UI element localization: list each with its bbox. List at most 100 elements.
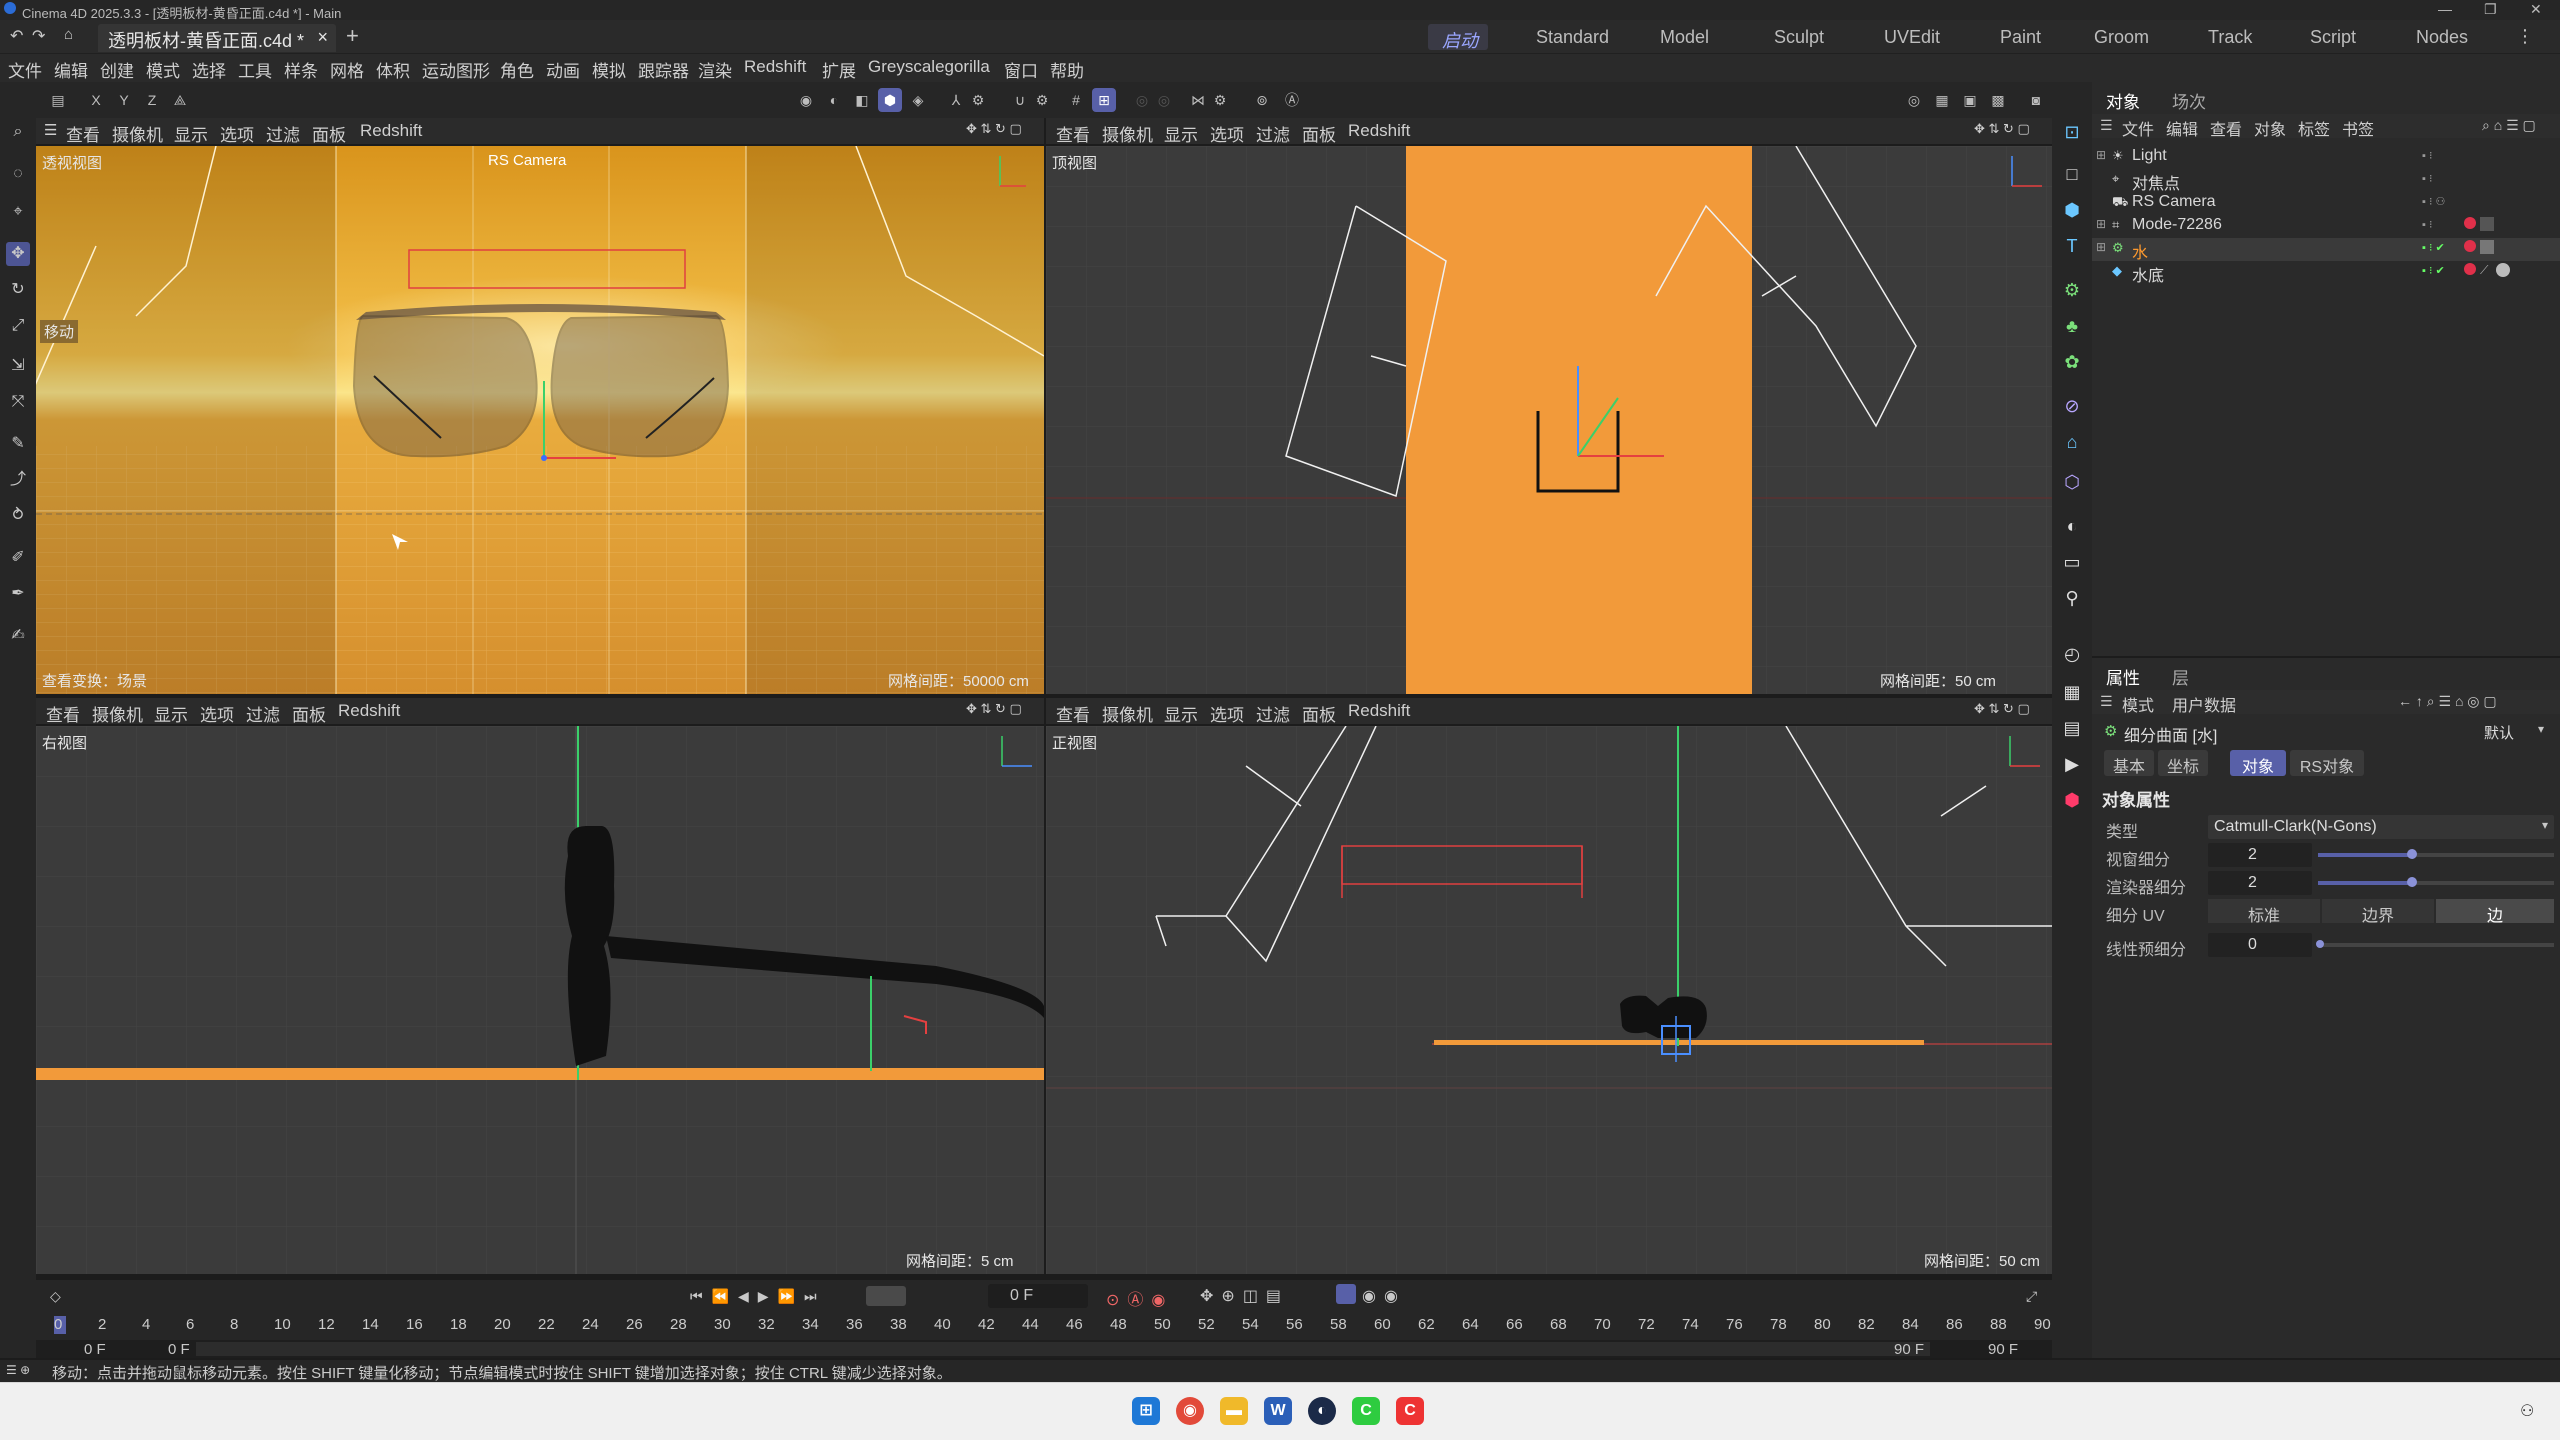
document-tab[interactable]: 透明板材-黄昏正面.c4d * × — [98, 24, 336, 52]
render-export-icon[interactable]: ▩ — [1986, 88, 2010, 112]
cloner-icon[interactable]: ♣ — [2060, 314, 2084, 338]
menu-mograph[interactable]: 运动图形 — [422, 57, 490, 82]
layout-groom[interactable]: Groom — [2094, 27, 2149, 48]
range-end[interactable]: 90 F — [1988, 1341, 2018, 1358]
layout-sculpt[interactable]: Sculpt — [1774, 27, 1824, 48]
menu-file[interactable]: 文件 — [8, 57, 42, 82]
transform-tool-icon[interactable]: ⇲ — [6, 354, 30, 378]
menu-create[interactable]: 创建 — [100, 57, 134, 82]
bevel-tool-icon[interactable]: ⥁ — [6, 504, 30, 528]
layout-standard[interactable]: Standard — [1536, 27, 1609, 48]
slider-handle[interactable] — [2407, 877, 2417, 887]
app-icon[interactable]: C — [1396, 1397, 1424, 1425]
vp-menu-redshift[interactable]: Redshift — [1348, 121, 1410, 141]
render-queue-icon[interactable]: ▣ — [1958, 88, 1982, 112]
linear-subdivision-field[interactable]: 0 — [2208, 933, 2312, 957]
menu-extensions[interactable]: 扩展 — [822, 57, 856, 82]
vp-menu-options[interactable]: 选项 — [1210, 121, 1244, 146]
extrude-tool-icon[interactable]: ⤴ — [6, 468, 30, 492]
viewport-nav-icons[interactable]: ✥ ⇅ ↻ ▢ — [966, 121, 1022, 137]
layout-track[interactable]: Track — [2208, 27, 2252, 48]
linear-subdivision-slider[interactable] — [2316, 940, 2554, 948]
object-row-water[interactable]: ⊞ ⚙ 水 ▪ ⁝ ✔ — [2092, 238, 2560, 262]
menu-edit[interactable]: 编辑 — [54, 57, 88, 82]
vp-menu-redshift[interactable]: Redshift — [360, 121, 422, 141]
playback-controls[interactable]: ⏮⏪◀▶⏩⏭ — [690, 1288, 826, 1305]
selection-tools-icon[interactable]: ⌖ — [6, 200, 30, 224]
home-icon[interactable]: ⌂ — [64, 26, 73, 43]
om-menu-tags[interactable]: 标签 — [2298, 116, 2330, 140]
auto-key-button[interactable] — [1336, 1284, 1356, 1304]
vp-menu-redshift[interactable]: Redshift — [1348, 701, 1410, 721]
object-row-rs-camera[interactable]: ⛟ RS Camera ▪ ⁝ ⚇ — [2092, 192, 2560, 215]
render-play-icon[interactable]: ▶ — [2060, 752, 2084, 776]
expand-icon[interactable]: ⊞ — [2096, 148, 2106, 162]
am-menu-icon[interactable]: ☰ — [2100, 693, 2113, 710]
scene-icon[interactable]: ⌂ — [2060, 430, 2084, 454]
front-viewport[interactable]: 正视图 网格间距：50 cm — [1046, 726, 2052, 1274]
word-icon[interactable]: W — [1264, 1397, 1292, 1425]
preset-dropdown[interactable]: 默认 — [2484, 722, 2514, 743]
range-start-preview[interactable]: 0 F — [168, 1341, 190, 1358]
expand-icon[interactable]: ⊞ — [2096, 217, 2106, 231]
chevron-down-icon[interactable]: ▾ — [2538, 722, 2544, 736]
range-slider[interactable] — [196, 1342, 1930, 1356]
restore-icon[interactable]: ❐ — [2484, 1, 2497, 18]
menu-mode[interactable]: 模式 — [146, 57, 180, 82]
om-menu-edit[interactable]: 编辑 — [2166, 116, 2198, 140]
viewport-subdivision-slider[interactable] — [2318, 849, 2554, 859]
vp-menu-display[interactable]: 显示 — [1164, 701, 1198, 726]
enabled-check-icon[interactable]: ▪ ⁝ ✔ — [2422, 241, 2445, 254]
tag-icon[interactable] — [2496, 263, 2510, 277]
expand-icon[interactable]: ⊞ — [2096, 240, 2106, 254]
light-icon[interactable]: ⚲ — [2060, 586, 2084, 610]
menu-window[interactable]: 窗口 — [1004, 57, 1038, 82]
coordinate-system-icon[interactable]: ⟁ — [168, 88, 192, 112]
picture-viewer-icon[interactable]: ▦ — [2060, 680, 2084, 704]
render-view-icon[interactable]: ◎ — [1902, 88, 1926, 112]
close-tab-icon[interactable]: × — [317, 27, 328, 48]
more-icon[interactable]: ⋮ — [2516, 26, 2534, 47]
camera-label[interactable]: RS Camera — [488, 152, 566, 169]
vp-menu-panel[interactable]: 面板 — [292, 701, 326, 726]
notification-icon[interactable]: ⚇ — [2520, 1401, 2534, 1421]
field-icon[interactable]: ⊘ — [2060, 394, 2084, 418]
current-frame-field[interactable]: 0 F — [988, 1284, 1088, 1308]
vp-menu-display[interactable]: 显示 — [174, 121, 208, 146]
uv-mode-icon[interactable]: ◈ — [906, 88, 930, 112]
scale-tool-icon[interactable]: ⤢ — [6, 314, 30, 338]
viewport-subdivision-field[interactable]: 2 — [2208, 843, 2312, 867]
wechat-icon[interactable]: C — [1352, 1397, 1380, 1425]
object-row-light[interactable]: ⊞ ☀ Light ▪ ⁝ — [2092, 146, 2560, 169]
close-window-icon[interactable]: ✕ — [2530, 1, 2542, 18]
deformer-icon[interactable]: ✿ — [2060, 350, 2084, 374]
tag-icon[interactable] — [2480, 217, 2494, 231]
vp-menu-display[interactable]: 显示 — [1164, 121, 1198, 146]
vp-menu-camera[interactable]: 摄像机 — [1102, 121, 1153, 146]
material-tag-icon[interactable] — [2464, 240, 2476, 252]
render-picture-viewer-icon[interactable]: ▦ — [1930, 88, 1954, 112]
visibility-dots[interactable]: ▪ ⁝ — [2422, 149, 2432, 162]
am-menu-userdata[interactable]: 用户数据 — [2172, 692, 2236, 716]
range-start[interactable]: 0 F — [84, 1341, 106, 1358]
menu-spline[interactable]: 样条 — [284, 57, 318, 82]
object-row-model[interactable]: ⊞ ⌗ Mode-72286 ▪ ⁝ — [2092, 215, 2560, 238]
loop-button[interactable] — [866, 1286, 906, 1306]
viewport-nav-icons[interactable]: ✥ ⇅ ↻ ▢ — [966, 701, 1022, 717]
layout-model[interactable]: Model — [1660, 27, 1709, 48]
phong-tag-icon[interactable]: ⟋ — [2480, 263, 2488, 278]
viewport-nav-icons[interactable]: ✥ ⇅ ↻ ▢ — [1974, 121, 2030, 137]
menu-tools[interactable]: 工具 — [238, 57, 272, 82]
vp-menu-panel[interactable]: 面板 — [1302, 121, 1336, 146]
grid-snap-icon[interactable]: ⊞ — [1092, 88, 1116, 112]
subtab-coords[interactable]: 坐标 — [2158, 750, 2208, 776]
slider-handle[interactable] — [2316, 940, 2324, 948]
om-menu-view[interactable]: 查看 — [2210, 116, 2242, 140]
layer-browser-icon[interactable]: ▤ — [2060, 716, 2084, 740]
om-menu-icon[interactable]: ☰ — [2100, 117, 2113, 134]
object-manager-icon[interactable]: ⊡ — [2060, 120, 2084, 144]
layout-nodes[interactable]: Nodes — [2416, 27, 2468, 48]
texture-mode-icon[interactable]: ◐ — [822, 88, 846, 112]
subtab-object[interactable]: 对象 — [2230, 750, 2286, 776]
cinema4d-icon[interactable]: ◐ — [1308, 1397, 1336, 1425]
